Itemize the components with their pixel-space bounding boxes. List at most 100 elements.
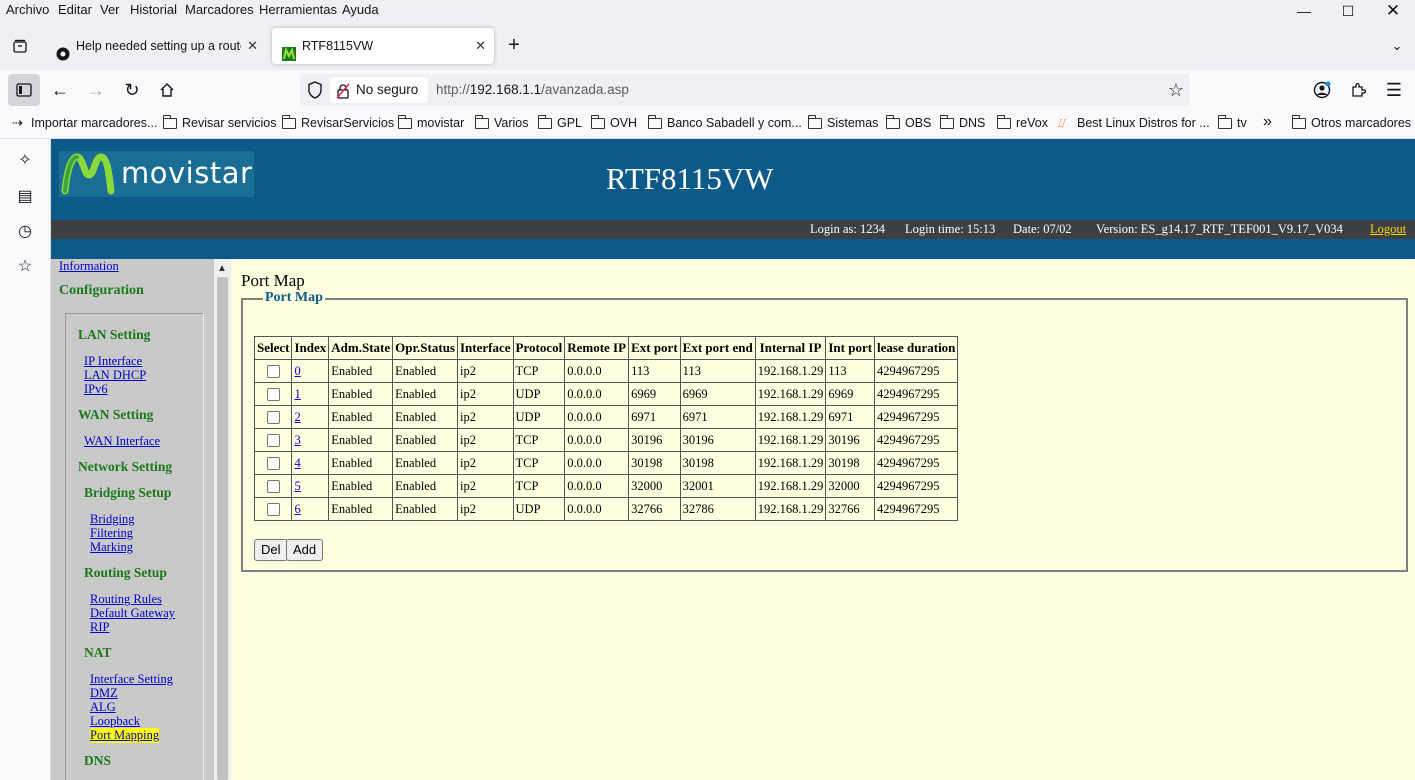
bookmark-folder[interactable]: RevisarServicios [282, 115, 394, 130]
add-button[interactable]: Add [286, 539, 324, 561]
row-select-checkbox[interactable] [266, 411, 280, 425]
menu-ayuda[interactable]: Ayuda [342, 2, 379, 17]
menu-historial[interactable]: Historial [130, 2, 177, 17]
synced-devices-icon[interactable]: ▤ [14, 186, 36, 208]
menu-interface-setting[interactable]: Interface Setting [90, 672, 173, 687]
menu-routing-setup[interactable]: Routing Setup [84, 565, 167, 581]
menu-bridging-setup[interactable]: Bridging Setup [84, 485, 171, 501]
index-link[interactable]: 0 [294, 364, 300, 378]
menu-filtering[interactable]: Filtering [90, 526, 133, 541]
movistar-favicon-icon [282, 39, 296, 61]
bookmark-star-icon[interactable]: ☆ [1168, 74, 1184, 106]
menu-scrollbar[interactable]: ▲ [214, 259, 231, 780]
bookmark-folder[interactable]: DNS [940, 115, 985, 130]
close-tab-icon[interactable]: ✕ [475, 28, 486, 64]
close-tab-icon[interactable]: ✕ [247, 28, 258, 64]
menu-marking[interactable]: Marking [90, 540, 133, 555]
cell-interface: ip2 [457, 474, 514, 498]
bookmark-folder[interactable]: reVox [997, 115, 1048, 130]
hamburger-menu-icon[interactable]: ☰ [1378, 74, 1410, 106]
extensions-icon[interactable] [1342, 74, 1374, 106]
bookmark-folder[interactable]: OVH [591, 115, 637, 130]
reload-icon[interactable]: ↻ [116, 74, 148, 106]
sidebar-toggle-icon[interactable] [8, 74, 40, 106]
menu-loopback[interactable]: Loopback [90, 714, 140, 729]
menu-lan-setting[interactable]: LAN Setting [78, 327, 150, 343]
row-select-checkbox[interactable] [266, 388, 280, 402]
bookmark-folder[interactable]: Sistemas [808, 115, 878, 130]
menu-port-mapping[interactable]: Port Mapping [90, 728, 160, 743]
bookmarks-overflow-icon[interactable]: » [1263, 113, 1272, 131]
home-icon[interactable] [151, 74, 183, 106]
cell-internal-ip: 192.168.1.29 [754, 497, 827, 521]
row-select-checkbox[interactable] [266, 434, 280, 448]
tab-rtf8115vw[interactable]: RTF8115VW ✕ [272, 28, 494, 64]
bookmark-folder[interactable]: movistar [398, 115, 464, 130]
index-link[interactable]: 4 [294, 456, 300, 470]
forward-icon[interactable]: → [80, 74, 112, 106]
tracking-protection-icon[interactable] [307, 81, 323, 102]
bookmark-folder[interactable]: Revisar servicios [163, 115, 276, 130]
minimize-icon[interactable]: — [1281, 0, 1327, 22]
list-tabs-icon[interactable]: ⌄ [1381, 30, 1413, 62]
url-text[interactable]: http://192.168.1.1/avanzada.asp [436, 74, 629, 106]
menu-wan-interface[interactable]: WAN Interface [84, 434, 160, 449]
bookmark-other-folder[interactable]: Otros marcadores [1292, 115, 1411, 130]
tab-overview-icon[interactable] [4, 30, 36, 62]
account-icon[interactable] [1306, 74, 1338, 106]
menu-dmz[interactable]: DMZ [90, 686, 118, 701]
row-select-checkbox[interactable] [266, 503, 280, 517]
cell-protocol: UDP [512, 382, 566, 406]
menu-nat[interactable]: NAT [84, 645, 112, 661]
row-select-checkbox[interactable] [266, 457, 280, 471]
menu-bridging[interactable]: Bridging [90, 512, 134, 527]
new-tab-icon[interactable]: + [498, 30, 530, 62]
index-link[interactable]: 5 [294, 479, 300, 493]
menu-editar[interactable]: Editar [58, 2, 92, 17]
menu-configuration[interactable]: Configuration [59, 283, 144, 299]
menu-alg[interactable]: ALG [90, 700, 116, 715]
logout-link[interactable]: Logout [1370, 222, 1406, 237]
maximize-icon[interactable]: ☐ [1325, 0, 1371, 22]
del-button[interactable]: Del [254, 539, 288, 561]
menu-rip[interactable]: RIP [90, 620, 109, 635]
row-select-checkbox[interactable] [266, 480, 280, 494]
bookmark-folder[interactable]: Varios [475, 115, 529, 130]
ai-sparkle-icon[interactable]: ✧ [14, 150, 36, 172]
insecure-lock-icon [336, 82, 350, 108]
index-link[interactable]: 1 [294, 387, 300, 401]
back-icon[interactable]: ← [44, 74, 76, 106]
index-link[interactable]: 3 [294, 433, 300, 447]
bookmark-folder[interactable]: GPL [538, 115, 582, 130]
menu-ipv6[interactable]: IPv6 [84, 382, 108, 397]
menu-ver[interactable]: Ver [100, 2, 120, 17]
history-icon[interactable]: ◷ [14, 221, 36, 243]
not-secure-badge[interactable]: No seguro [330, 77, 428, 103]
url-bar[interactable]: No seguro http://192.168.1.1/avanzada.as… [300, 74, 1190, 106]
row-select-checkbox[interactable] [266, 365, 280, 379]
menu-marcadores[interactable]: Marcadores [185, 2, 254, 17]
cell-lease-duration: 4294967295 [874, 428, 959, 452]
menu-information[interactable]: Information [59, 259, 119, 274]
menu-wan-setting[interactable]: WAN Setting [78, 407, 153, 423]
menu-archivo[interactable]: Archivo [6, 2, 49, 17]
tab-help-needed[interactable]: Help needed setting up a router ✕ [46, 28, 266, 64]
bookmark-folder[interactable]: OBS [886, 115, 931, 130]
menu-default-gateway[interactable]: Default Gateway [90, 606, 175, 621]
menu-dns[interactable]: DNS [84, 753, 111, 769]
bookmark-folder[interactable]: Banco Sabadell y com... [648, 115, 802, 130]
scroll-up-icon[interactable]: ▲ [217, 263, 227, 274]
scroll-thumb[interactable] [217, 277, 228, 780]
bookmarks-star-icon[interactable]: ☆ [14, 256, 36, 278]
menu-herramientas[interactable]: Herramientas [259, 2, 337, 17]
menu-network-setting[interactable]: Network Setting [78, 459, 172, 475]
bookmark-link[interactable]: ⌰ Best Linux Distros for ... [1058, 116, 1210, 130]
menu-lan-dhcp[interactable]: LAN DHCP [84, 368, 146, 383]
menu-routing-rules[interactable]: Routing Rules [90, 592, 162, 607]
menu-ip-interface[interactable]: IP Interface [84, 354, 142, 369]
index-link[interactable]: 2 [294, 410, 300, 424]
close-window-icon[interactable]: ✕ [1370, 0, 1415, 22]
bookmark-folder[interactable]: tv [1218, 115, 1247, 130]
bookmark-import[interactable]: ⇢ Importar marcadores... [12, 115, 157, 130]
index-link[interactable]: 6 [294, 502, 300, 516]
